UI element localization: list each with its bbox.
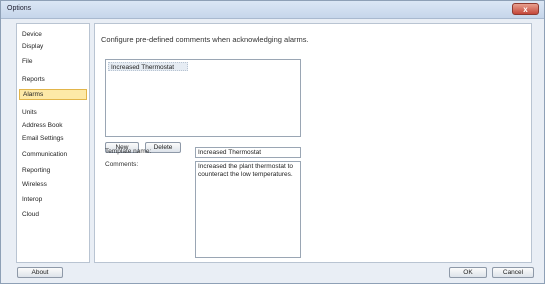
options-sidebar: Device Display File Reports Alarms Units… [16,23,90,263]
sidebar-item-label: File [22,58,33,65]
template-name-field[interactable]: Increased Thermostat [195,147,301,158]
sidebar-item-reporting[interactable]: Reporting [19,165,87,176]
comments-field[interactable]: Increased the plant thermostat to counte… [195,161,301,258]
template-name-label: Template name: [105,148,152,155]
comments-label: Comments: [105,161,139,168]
sidebar-item-reports[interactable]: Reports [19,74,87,85]
cancel-button[interactable]: Cancel [492,267,534,278]
sidebar-item-label: Units [22,109,37,116]
options-dialog: Options x Device Display File Reports Al… [0,0,545,284]
sidebar-item-label: Email Settings [22,135,64,142]
sidebar-item-label: Display [22,43,44,50]
sidebar-item-label: Device [22,31,42,38]
sidebar-item-label: Communication [22,151,68,158]
about-button[interactable]: About [17,267,63,278]
page-heading: Configure pre-defined comments when ackn… [101,35,309,44]
sidebar-item-email-settings[interactable]: Email Settings [19,133,87,144]
sidebar-item-wireless[interactable]: Wireless [19,179,87,190]
template-list[interactable]: Increased Thermostat [105,59,301,137]
sidebar-item-cloud[interactable]: Cloud [19,209,87,220]
sidebar-item-label: Reports [22,76,45,83]
sidebar-item-address-book[interactable]: Address Book [19,120,87,131]
sidebar-item-device[interactable]: Device [19,29,87,40]
sidebar-item-label: Address Book [22,122,63,129]
sidebar-item-label: Interop [22,196,43,203]
sidebar-item-file[interactable]: File [19,56,87,67]
sidebar-item-label: Alarms [23,91,44,98]
sidebar-item-units[interactable]: Units [19,107,87,118]
close-button[interactable]: x [512,3,539,15]
sidebar-item-label: Cloud [22,211,39,218]
alarms-panel: Configure pre-defined comments when ackn… [94,23,532,263]
sidebar-item-label: Wireless [22,181,47,188]
sidebar-item-display[interactable]: Display [19,41,87,52]
list-item[interactable]: Increased Thermostat [108,62,188,71]
sidebar-item-label: Reporting [22,167,51,174]
sidebar-item-alarms[interactable]: Alarms [19,89,87,100]
sidebar-item-interop[interactable]: Interop [19,194,87,205]
window-title: Options [7,5,32,12]
ok-button[interactable]: OK [449,267,487,278]
title-bar: Options x [1,1,544,19]
sidebar-item-communication[interactable]: Communication [19,149,87,160]
close-icon: x [523,4,528,14]
